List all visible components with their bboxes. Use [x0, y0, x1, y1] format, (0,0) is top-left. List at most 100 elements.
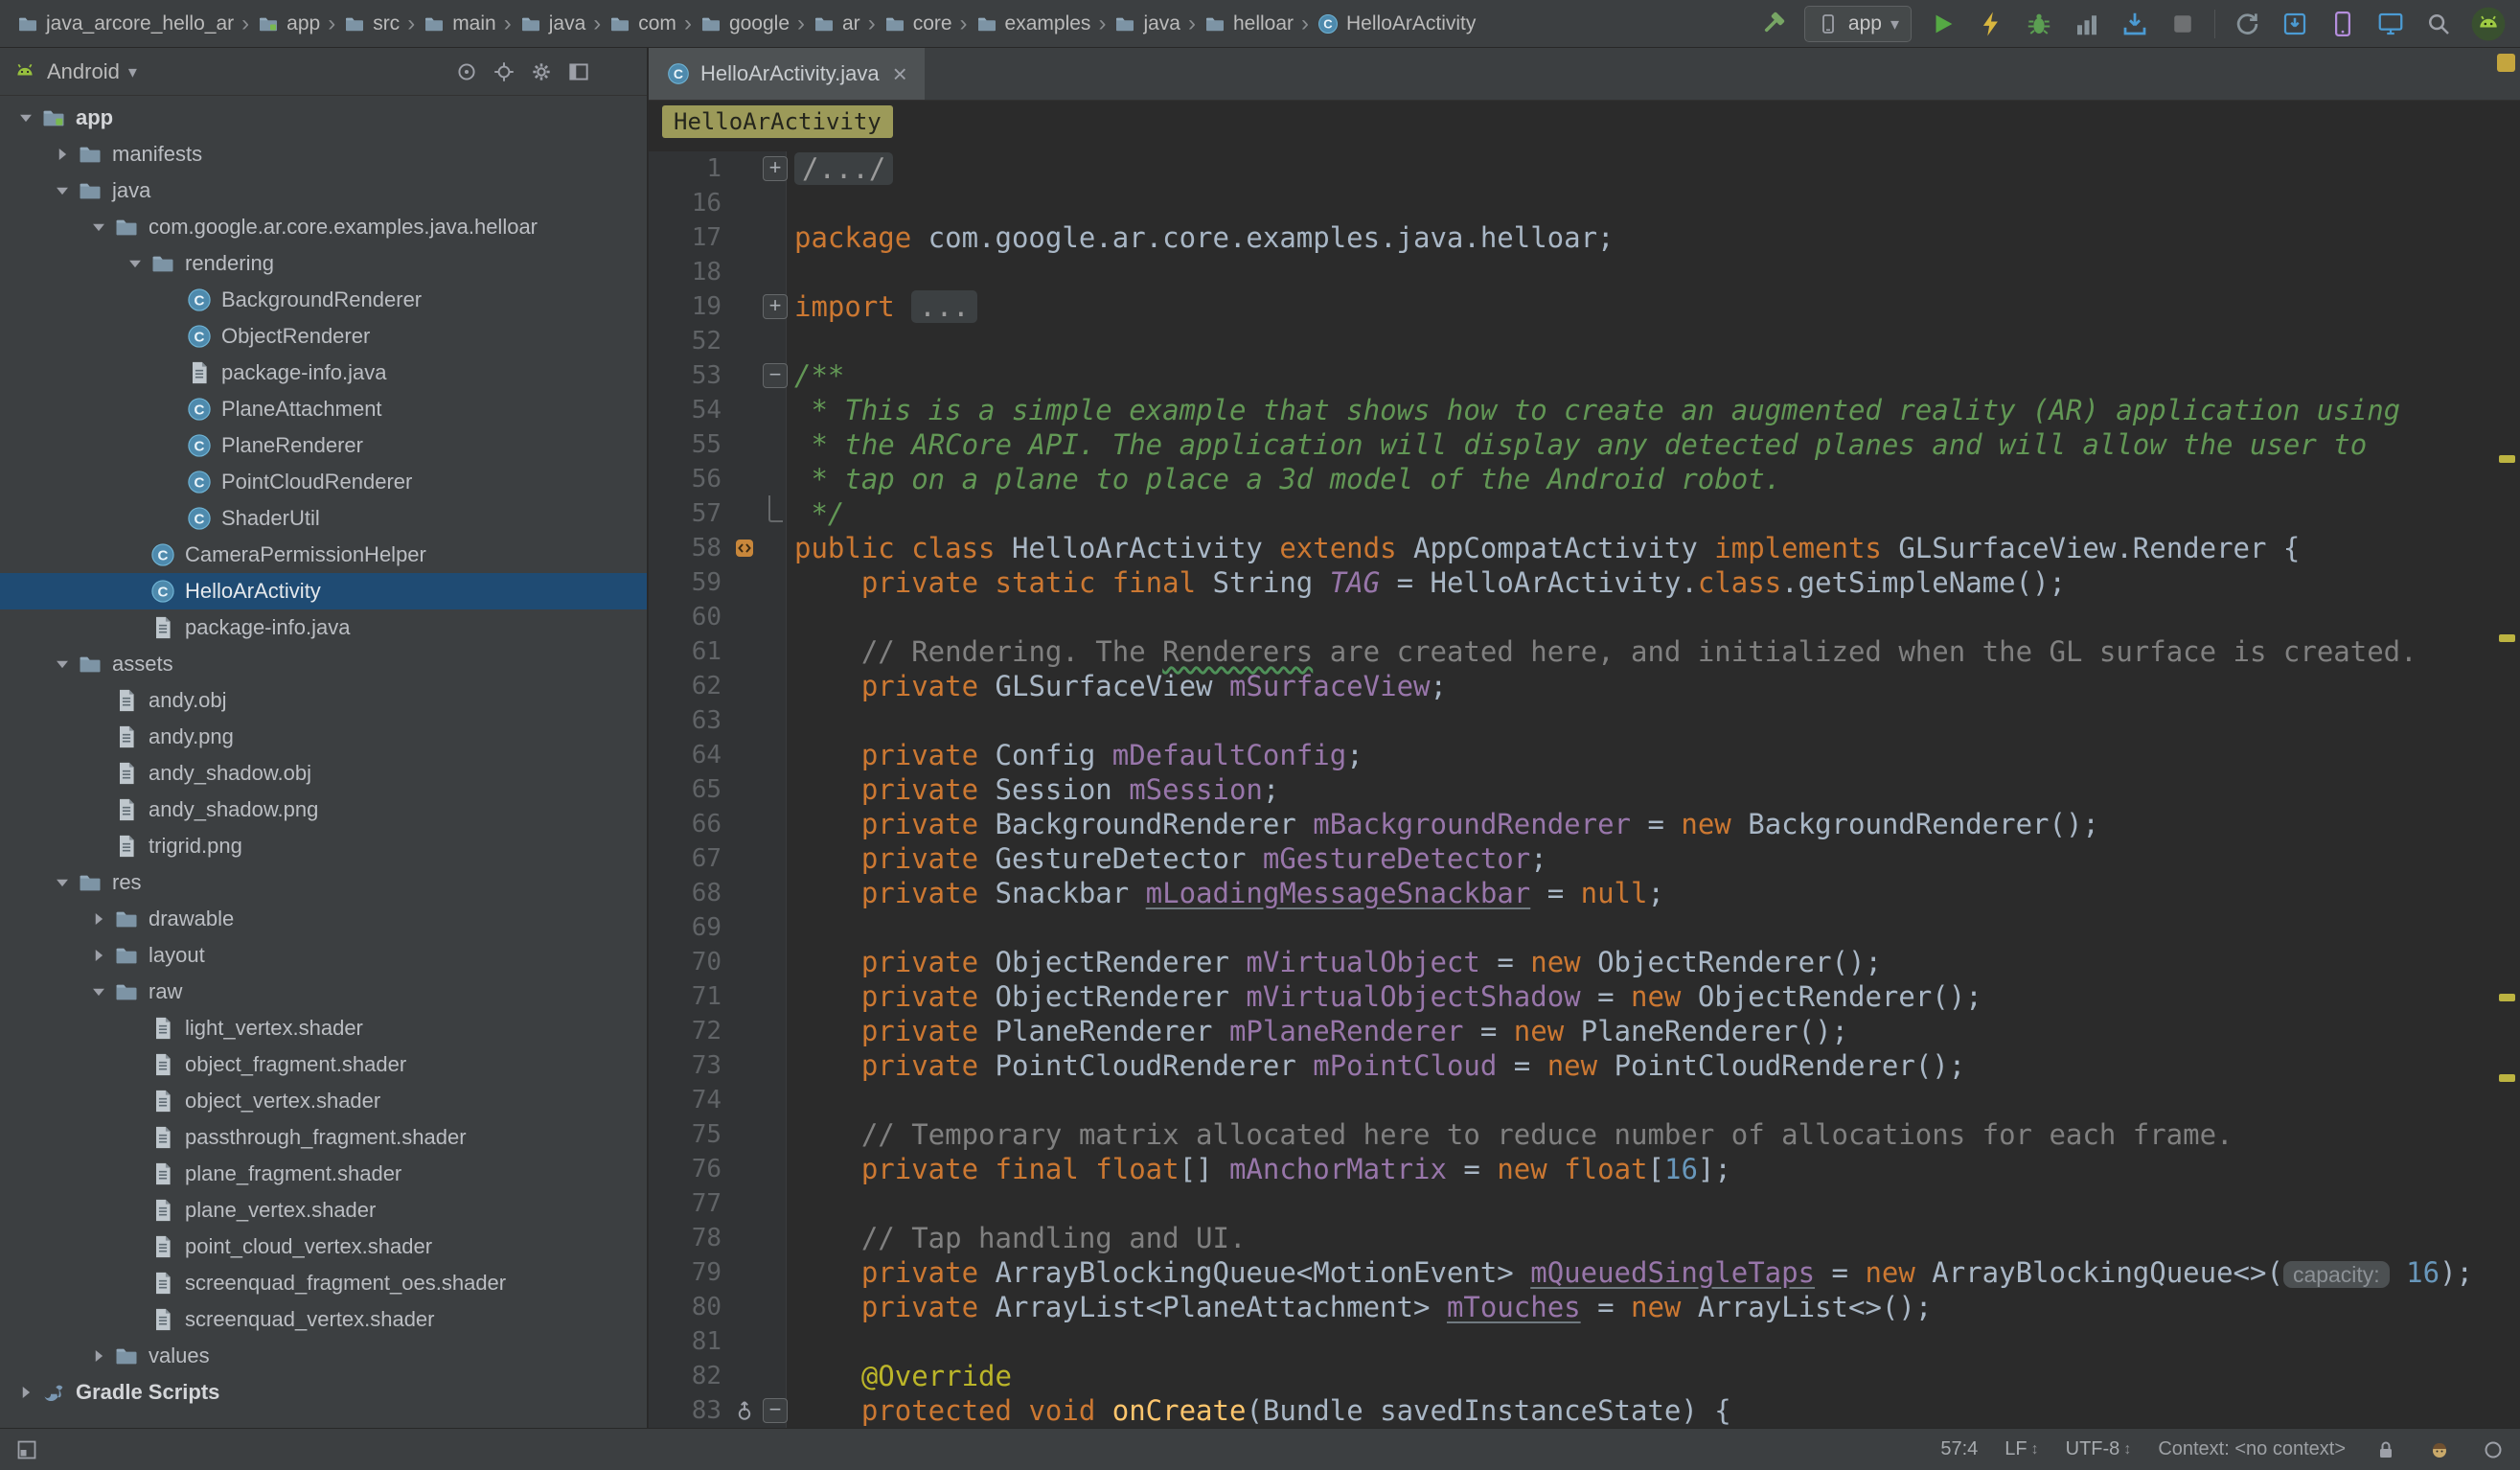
profile-button[interactable] — [2071, 8, 2103, 40]
breakpoint-gutter[interactable]: 63 — [649, 703, 787, 738]
tree-item[interactable]: screenquad_fragment_oes.shader — [0, 1265, 647, 1301]
code-text[interactable] — [787, 255, 794, 289]
code-line[interactable]: 80 private ArrayList<PlaneAttachment> mT… — [649, 1290, 2520, 1324]
breadcrumb-item[interactable]: core — [881, 11, 955, 37]
code-text[interactable] — [787, 600, 794, 634]
tree-item[interactable]: screenquad_vertex.shader — [0, 1301, 647, 1338]
code-text[interactable]: // Temporary matrix allocated here to re… — [787, 1117, 2234, 1152]
code-text[interactable]: private ObjectRenderer mVirtualObject = … — [787, 945, 1882, 979]
run-config-selector[interactable]: app — [1804, 6, 1912, 42]
breakpoint-gutter[interactable]: 66 — [649, 807, 787, 841]
code-line[interactable]: 67 private GestureDetector mGestureDetec… — [649, 841, 2520, 876]
code-line[interactable]: 72 private PlaneRenderer mPlaneRenderer … — [649, 1014, 2520, 1048]
code-text[interactable] — [787, 703, 794, 738]
code-line[interactable]: 52 — [649, 324, 2520, 358]
code-line[interactable]: 69 — [649, 910, 2520, 945]
code-line[interactable]: 61 // Rendering. The Renderers are creat… — [649, 634, 2520, 669]
breakpoint-gutter[interactable]: 81 — [649, 1324, 787, 1359]
gradle-sync-button[interactable] — [2231, 8, 2263, 40]
code-line[interactable]: 75 // Temporary matrix allocated here to… — [649, 1117, 2520, 1152]
breakpoint-gutter[interactable]: 80 — [649, 1290, 787, 1324]
tree-collapse-arrow[interactable] — [50, 870, 75, 895]
tree-item[interactable]: assets — [0, 646, 647, 682]
code-line[interactable]: 62 private GLSurfaceView mSurfaceView; — [649, 669, 2520, 703]
code-text[interactable]: private BackgroundRenderer mBackgroundRe… — [787, 807, 2099, 841]
tree-item[interactable]: CPlaneRenderer — [0, 427, 647, 464]
breakpoint-gutter[interactable]: 53− — [649, 358, 787, 393]
code-line[interactable]: 60 — [649, 600, 2520, 634]
code-text[interactable]: private Snackbar mLoadingMessageSnackbar… — [787, 876, 1664, 910]
breadcrumb-item[interactable]: ar — [810, 11, 863, 37]
breakpoint-gutter[interactable]: 18 — [649, 255, 787, 289]
tree-item[interactable]: values — [0, 1338, 647, 1374]
tree-item[interactable]: app — [0, 100, 647, 136]
code-line[interactable]: 74 — [649, 1083, 2520, 1117]
settings-gear-button[interactable] — [527, 57, 556, 86]
code-line[interactable]: 18 — [649, 255, 2520, 289]
tree-item[interactable]: object_vertex.shader — [0, 1083, 647, 1119]
tree-item[interactable]: CHelloArActivity — [0, 573, 647, 609]
stripe-mark[interactable] — [2499, 994, 2515, 1001]
code-line[interactable]: 81 — [649, 1324, 2520, 1359]
code-text[interactable] — [787, 1083, 794, 1117]
hide-panel-button[interactable] — [564, 57, 593, 86]
tree-collapse-arrow[interactable] — [123, 251, 148, 276]
code-text[interactable]: private Session mSession; — [787, 772, 1279, 807]
tree-expand-arrow[interactable] — [86, 1344, 111, 1368]
write-lock-icon[interactable] — [2372, 1436, 2399, 1463]
fold-collapse-icon[interactable]: − — [763, 363, 788, 388]
breakpoint-gutter[interactable]: 76 — [649, 1152, 787, 1186]
code-text[interactable] — [787, 910, 794, 945]
code-text[interactable]: // Tap handling and UI. — [787, 1221, 1246, 1255]
breakpoint-gutter[interactable]: 72 — [649, 1014, 787, 1048]
tree-item[interactable]: package-info.java — [0, 609, 647, 646]
tree-item[interactable]: andy_shadow.png — [0, 792, 647, 828]
scroll-from-source-button[interactable] — [452, 57, 481, 86]
breadcrumb-item[interactable]: java — [1111, 11, 1183, 37]
breakpoint-gutter[interactable]: 78 — [649, 1221, 787, 1255]
apply-changes-button[interactable] — [1975, 8, 2007, 40]
breakpoint-gutter[interactable]: 19+ — [649, 289, 787, 324]
code-text[interactable]: */ — [787, 496, 844, 531]
code-text[interactable]: private ObjectRenderer mVirtualObjectSha… — [787, 979, 1982, 1014]
breakpoint-gutter[interactable]: 58 — [649, 531, 787, 565]
tree-item[interactable]: CPointCloudRenderer — [0, 464, 647, 500]
code-line[interactable]: 71 private ObjectRenderer mVirtualObject… — [649, 979, 2520, 1014]
breakpoint-gutter[interactable]: 61 — [649, 634, 787, 669]
code-text[interactable]: /.../ — [787, 151, 893, 186]
code-line[interactable]: 83− protected void onCreate(Bundle saved… — [649, 1393, 2520, 1428]
breakpoint-gutter[interactable]: 59 — [649, 565, 787, 600]
tree-item[interactable]: point_cloud_vertex.shader — [0, 1229, 647, 1265]
code-text[interactable]: private PlaneRenderer mPlaneRenderer = n… — [787, 1014, 1848, 1048]
code-line[interactable]: 77 — [649, 1186, 2520, 1221]
code-text[interactable] — [787, 186, 794, 220]
code-line[interactable]: 73 private PointCloudRenderer mPointClou… — [649, 1048, 2520, 1083]
code-line[interactable]: 58public class HelloArActivity extends A… — [649, 531, 2520, 565]
tree-collapse-arrow[interactable] — [86, 215, 111, 240]
tree-item[interactable]: object_fragment.shader — [0, 1046, 647, 1083]
tree-item[interactable]: rendering — [0, 245, 647, 282]
tree-item[interactable]: drawable — [0, 901, 647, 937]
code-text[interactable]: protected void onCreate(Bundle savedInst… — [787, 1393, 1731, 1428]
code-line[interactable]: 82 @Override — [649, 1359, 2520, 1393]
code-text[interactable]: private GestureDetector mGestureDetector… — [787, 841, 1547, 876]
overrides-icon[interactable] — [729, 1393, 760, 1428]
device-monitor-button[interactable] — [2374, 8, 2407, 40]
code-line[interactable]: 78 // Tap handling and UI. — [649, 1221, 2520, 1255]
avd-manager-button[interactable] — [2326, 8, 2359, 40]
breakpoint-gutter[interactable]: 73 — [649, 1048, 787, 1083]
encoding-widget[interactable]: UTF-8 — [2066, 1438, 2132, 1460]
tree-item[interactable]: manifests — [0, 136, 647, 172]
tree-item[interactable]: CObjectRenderer — [0, 318, 647, 355]
tree-item[interactable]: andy.png — [0, 719, 647, 755]
tree-item[interactable]: andy.obj — [0, 682, 647, 719]
tree-expand-arrow[interactable] — [50, 142, 75, 167]
breakpoint-gutter[interactable]: 55 — [649, 427, 787, 462]
tree-item[interactable]: res — [0, 864, 647, 901]
code-line[interactable]: 56 * tap on a plane to place a 3d model … — [649, 462, 2520, 496]
tree-item[interactable]: plane_vertex.shader — [0, 1192, 647, 1229]
build-hammer-button[interactable] — [1756, 8, 1789, 40]
stripe-mark[interactable] — [2499, 455, 2515, 463]
breakpoint-gutter[interactable]: 69 — [649, 910, 787, 945]
breakpoint-gutter[interactable]: 64 — [649, 738, 787, 772]
